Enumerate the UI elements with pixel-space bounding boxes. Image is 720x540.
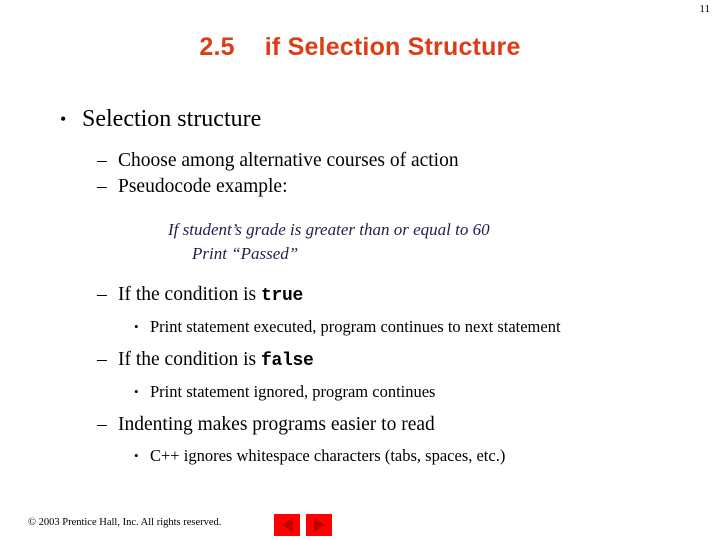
dash-bullet-icon: – [97,349,107,370]
dash-bullet-icon: – [97,284,107,305]
next-slide-button[interactable] [306,514,332,536]
pseudocode-line-print: Print “Passed” [192,244,299,263]
triangle-left-icon [281,518,293,532]
pseudocode-block: If student’s grade is greater than or eq… [0,218,720,266]
keyword-false: false [260,351,314,371]
dash-bullet-icon: – [97,150,107,171]
bullet-pseudocode-example: – Pseudocode example: [0,174,720,200]
copyright-notice: © 2003 Prentice Hall, Inc. All rights re… [28,517,222,528]
bullet-false-detail-label: Print statement ignored, program continu… [150,382,436,401]
bullet-dot-icon: • [60,109,67,129]
title-text: if Selection Structure [264,33,521,61]
navigation-buttons [274,514,332,536]
keyword-true: true [260,286,303,306]
bullet-condition-true: – If the condition is true [0,282,720,309]
bullet-dot-icon: • [134,384,139,399]
page-number: 11 [699,3,710,15]
bullet-selection-structure: • Selection structure [0,104,720,134]
dash-bullet-icon: – [97,176,107,197]
pseudocode-line-condition: If student’s grade is greater than or eq… [168,220,490,239]
page-title: 2.5 if Selection Structure [0,32,720,62]
bullet-choose-among-label: Choose among alternative courses of acti… [118,150,459,171]
bullet-choose-among: – Choose among alternative courses of ac… [0,148,720,174]
bullet-pseudocode-example-label: Pseudocode example: [118,176,288,197]
bullet-condition-false-prefix: If the condition is [118,349,261,370]
bullet-selection-structure-label: Selection structure [82,106,262,132]
bullet-dot-icon: • [134,448,139,463]
slide: 11 2.5 if Selection Structure • Selection… [0,0,720,540]
bullet-whitespace-detail-label: C++ ignores whitespace characters (tabs,… [150,446,506,465]
bullet-true-detail-label: Print statement executed, program contin… [150,317,561,336]
bullet-true-detail: • Print statement executed, program cont… [0,315,720,339]
dash-bullet-icon: – [97,414,107,435]
bullet-indenting: – Indenting makes programs easier to rea… [0,412,720,438]
title-section-number: 2.5 [199,33,235,61]
slide-body: • Selection structure – Choose among alt… [0,104,720,468]
bullet-whitespace-detail: • C++ ignores whitespace characters (tab… [0,444,720,468]
bullet-indenting-label: Indenting makes programs easier to read [118,414,435,435]
bullet-false-detail: • Print statement ignored, program conti… [0,380,720,404]
triangle-right-icon [313,518,325,532]
bullet-condition-false: – If the condition is false [0,347,720,374]
previous-slide-button[interactable] [274,514,300,536]
bullet-dot-icon: • [134,319,139,334]
bullet-condition-true-prefix: If the condition is [118,284,261,305]
